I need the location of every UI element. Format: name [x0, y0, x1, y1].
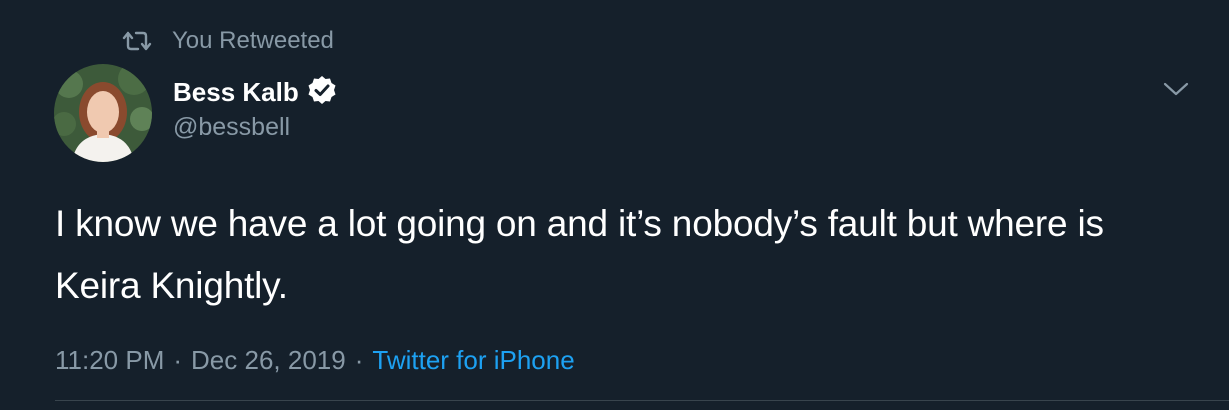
- verified-badge-icon: [307, 75, 337, 110]
- author-name[interactable]: Bess Kalb: [173, 77, 299, 108]
- retweet-label: You Retweeted: [172, 27, 334, 54]
- tweet-date[interactable]: Dec 26, 2019: [191, 345, 346, 376]
- chevron-down-icon[interactable]: [1162, 78, 1190, 100]
- tweet-time[interactable]: 11:20 PM: [55, 345, 164, 376]
- divider: [55, 400, 1229, 401]
- tweet-source-link[interactable]: Twitter for iPhone: [372, 345, 574, 376]
- tweet-text: I know we have a lot going on and it’s n…: [55, 203, 1104, 306]
- retweet-icon: [122, 29, 152, 53]
- retweet-context: You Retweeted: [122, 24, 334, 58]
- author-name-row[interactable]: Bess Kalb: [173, 74, 337, 110]
- tweet-meta: 11:20 PM · Dec 26, 2019 · Twitter for iP…: [55, 342, 575, 378]
- meta-separator: ·: [173, 344, 183, 375]
- meta-separator: ·: [354, 344, 364, 375]
- author-handle[interactable]: @bessbell: [173, 113, 290, 142]
- avatar[interactable]: [54, 64, 152, 162]
